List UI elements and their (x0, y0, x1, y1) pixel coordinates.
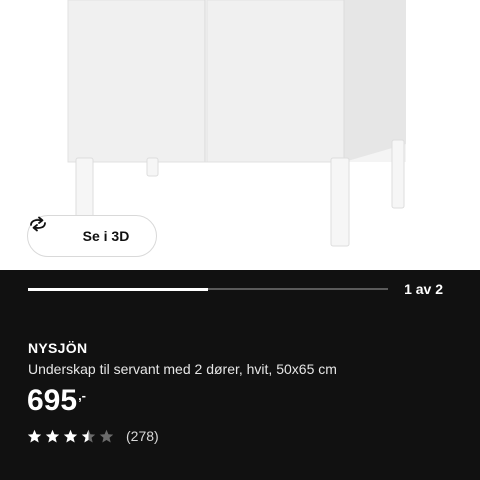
rotate-3d-icon (30, 216, 75, 244)
view-3d-button[interactable]: Se i 3D (27, 215, 157, 257)
gallery-pager: 1 av 2 (404, 281, 443, 297)
product-image[interactable]: Se i 3D (0, 0, 480, 270)
product-rating[interactable]: (278) (27, 428, 159, 444)
price-suffix: ,- (78, 388, 87, 403)
product-info-panel: 1 av 2 NYSJÖN Underskap til servant med … (0, 270, 480, 480)
view-3d-label: Se i 3D (82, 228, 130, 244)
review-count: (278) (126, 428, 159, 444)
star-filled-icon (63, 429, 78, 444)
product-price: 695 ,- (27, 384, 86, 418)
star-half-icon (81, 429, 96, 444)
product-brand[interactable]: NYSJÖN (28, 340, 87, 356)
star-empty-icon (99, 429, 114, 444)
product-description[interactable]: Underskap til servant med 2 dører, hvit,… (28, 361, 337, 377)
gallery-progress-fill (28, 287, 208, 291)
price-amount: 695 (27, 384, 78, 417)
star-filled-icon (45, 429, 60, 444)
gallery-progress-bar (28, 287, 388, 291)
star-filled-icon (27, 429, 42, 444)
